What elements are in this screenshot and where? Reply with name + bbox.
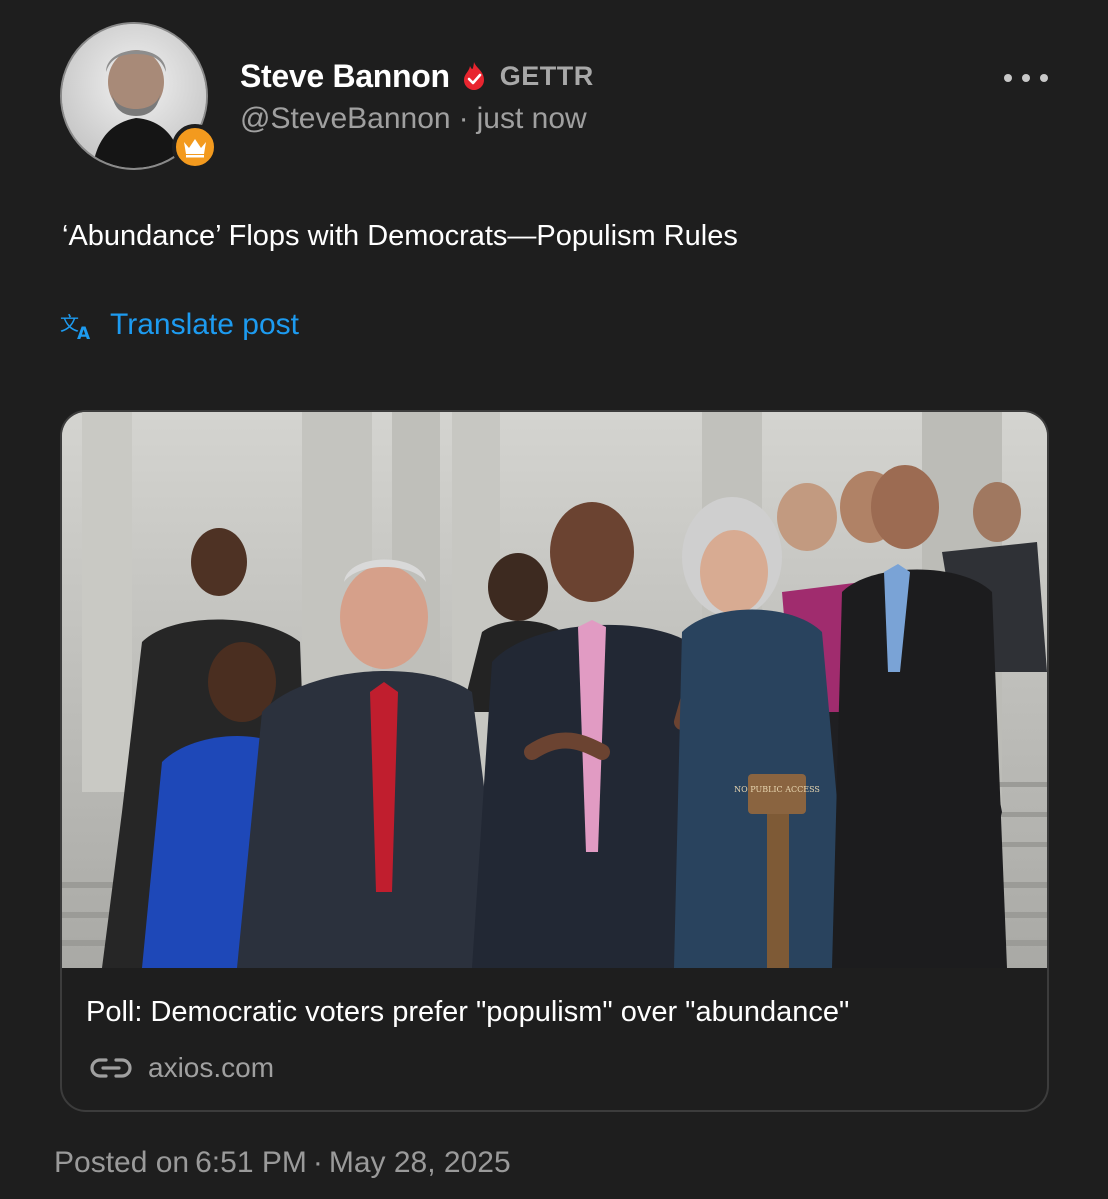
author-meta-row: @SteveBannon · just now [240,102,587,136]
link-card-title[interactable]: Poll: Democratic voters prefer "populism… [86,996,849,1029]
meta-separator: · [458,102,469,135]
platform-label: GETTR [499,60,594,91]
link-preview-image[interactable]: NO PUBLIC ACCESS [62,412,1047,968]
more-options-icon[interactable] [1004,66,1048,90]
crown-icon [172,124,218,170]
translate-icon: 文 A [60,308,96,342]
posted-prefix: Posted on [54,1146,190,1179]
timestamp-separator: · [312,1146,323,1179]
svg-text:A: A [77,324,91,342]
posted-date: May 28, 2025 [328,1146,511,1179]
author-name-row: Steve Bannon GETTR [240,54,594,98]
link-icon [88,1054,134,1082]
post-text: ‘Abundance’ Flops with Democrats—Populis… [62,220,738,252]
translate-post-label: Translate post [110,308,299,341]
post-timestamp: Posted on 6:51 PM · May 28, 2025 [54,1146,511,1180]
relative-time: just now [476,102,587,135]
sign-text: NO PUBLIC ACCESS [734,785,820,794]
link-card-source[interactable]: axios.com [88,1052,274,1084]
author-handle[interactable]: @SteveBannon [240,102,451,136]
posted-time: 6:51 PM [195,1146,307,1179]
link-card-domain: axios.com [148,1052,275,1083]
author-display-name[interactable]: Steve Bannon [240,58,450,95]
post-container: Steve Bannon GETTR @SteveBannon · just n… [0,0,1108,1199]
flame-verified-icon [460,61,488,91]
link-preview-card[interactable]: NO PUBLIC ACCESS Poll: Democratic voters… [60,410,1049,1112]
translate-post-button[interactable]: 文 A Translate post [60,308,299,342]
avatar[interactable] [60,22,218,172]
